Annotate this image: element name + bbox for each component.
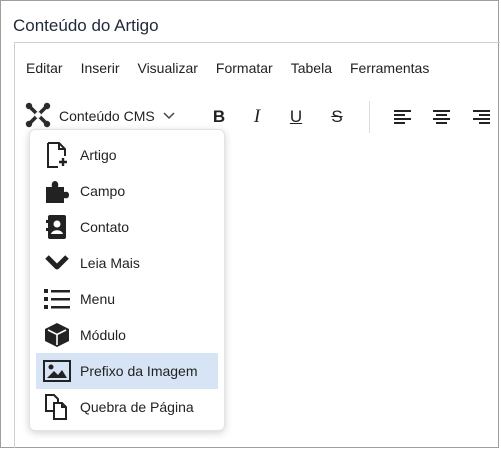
image-icon bbox=[42, 356, 72, 386]
menu-editar[interactable]: Editar bbox=[26, 60, 63, 76]
dropdown-item-campo[interactable]: Campo bbox=[36, 173, 218, 209]
menu-visualizar[interactable]: Visualizar bbox=[137, 60, 197, 76]
strikethrough-button[interactable]: S bbox=[323, 103, 351, 131]
menu-inserir[interactable]: Inserir bbox=[81, 60, 120, 76]
toolbar-divider bbox=[369, 101, 370, 133]
dropdown-item-label: Contato bbox=[80, 219, 130, 235]
menu-ferramentas[interactable]: Ferramentas bbox=[350, 60, 429, 76]
italic-button[interactable]: I bbox=[243, 103, 271, 131]
cms-content-button[interactable]: Conteúdo CMS bbox=[25, 100, 175, 132]
contact-book-icon bbox=[42, 212, 72, 242]
file-plus-icon bbox=[42, 140, 72, 170]
chevron-down-icon bbox=[42, 248, 72, 278]
align-left-button[interactable] bbox=[389, 103, 417, 131]
dropdown-item-contato[interactable]: Contato bbox=[36, 209, 218, 245]
dropdown-item-artigo[interactable]: Artigo bbox=[36, 137, 218, 173]
menu-formatar[interactable]: Formatar bbox=[216, 60, 273, 76]
align-center-button[interactable] bbox=[428, 103, 456, 131]
dropdown-item-modulo[interactable]: Módulo bbox=[36, 317, 218, 353]
chevron-down-icon bbox=[163, 108, 175, 124]
editor-menubar: Editar Inserir Visualizar Formatar Tabel… bbox=[15, 43, 447, 93]
menu-tabela[interactable]: Tabela bbox=[291, 60, 332, 76]
cms-content-label: Conteúdo CMS bbox=[59, 108, 155, 124]
puzzle-icon bbox=[42, 176, 72, 206]
dropdown-item-leia-mais[interactable]: Leia Mais bbox=[36, 245, 218, 281]
dropdown-item-label: Leia Mais bbox=[80, 255, 140, 271]
list-icon bbox=[42, 284, 72, 314]
copy-icon bbox=[42, 392, 72, 422]
cms-content-dropdown: Artigo Campo Contato Leia Mais Menu Módu… bbox=[29, 129, 225, 431]
dropdown-item-label: Artigo bbox=[80, 147, 117, 163]
align-right-button[interactable] bbox=[468, 103, 496, 131]
dropdown-item-prefixo-imagem[interactable]: Prefixo da Imagem bbox=[36, 353, 218, 389]
underline-button[interactable]: U bbox=[282, 103, 310, 131]
dropdown-item-label: Quebra de Página bbox=[80, 399, 194, 415]
dropdown-item-label: Campo bbox=[80, 183, 126, 199]
joomla-icon bbox=[25, 102, 51, 131]
align-right-icon bbox=[473, 110, 490, 124]
align-left-icon bbox=[394, 110, 411, 124]
article-content-panel: Conteúdo do Artigo Editar Inserir Visual… bbox=[0, 0, 500, 448]
dropdown-item-quebra-pagina[interactable]: Quebra de Página bbox=[36, 389, 218, 425]
dropdown-item-label: Prefixo da Imagem bbox=[80, 363, 198, 379]
dropdown-item-label: Menu bbox=[80, 291, 116, 307]
cube-icon bbox=[42, 320, 72, 350]
align-center-icon bbox=[433, 110, 450, 124]
dropdown-item-menu[interactable]: Menu bbox=[36, 281, 218, 317]
panel-title: Conteúdo do Artigo bbox=[13, 16, 159, 35]
dropdown-item-label: Módulo bbox=[80, 327, 126, 343]
bold-button[interactable]: B bbox=[205, 103, 233, 131]
